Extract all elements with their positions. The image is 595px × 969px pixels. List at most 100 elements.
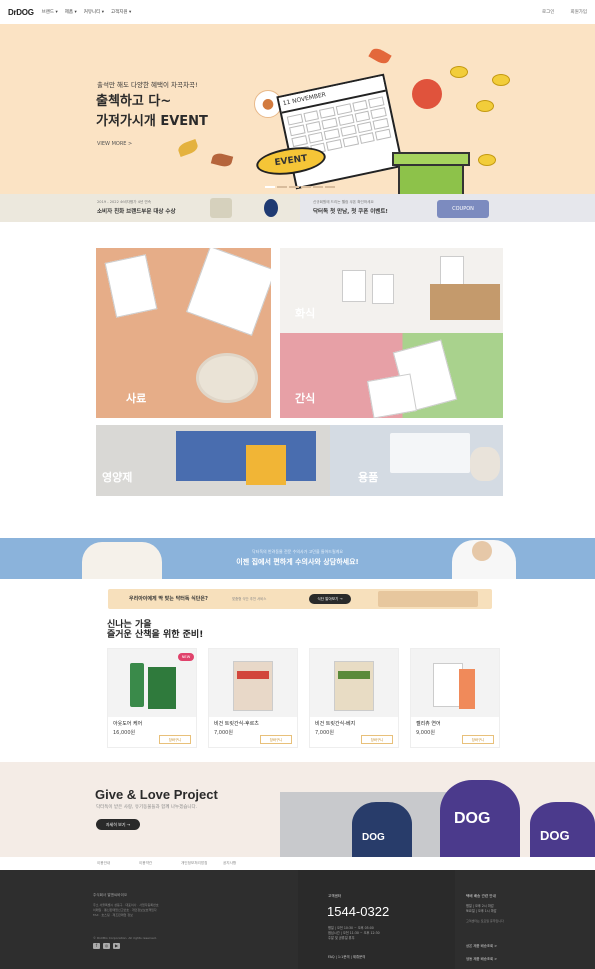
product-card[interactable]: 비건 트릿간식-베지 7,000원 장바구니 (309, 648, 399, 748)
medal-icon (264, 199, 278, 217)
footer-link-terms[interactable]: 이용약관 (139, 861, 181, 866)
diet-button[interactable]: 식단 알아보기 → (309, 594, 351, 604)
meal-pack-image (342, 270, 366, 302)
hero-banner[interactable]: 출석만 해도 다양한 혜택이 차곡차곡! 출첵하고 다~ 가져가시개 EVENT… (0, 24, 595, 194)
cs-links[interactable]: FAQ | 1:1문의 | 제휴문의 (328, 954, 365, 959)
new-badge: NEW (178, 653, 194, 661)
give-title: Give & Love Project (95, 787, 218, 802)
category-snack[interactable]: 간식 (280, 333, 503, 418)
footer-link-notice[interactable]: 공지사항 (223, 861, 265, 866)
join-link[interactable]: 회원가입 (570, 9, 587, 15)
coin-icon (450, 66, 468, 78)
delivery-title: 택배 배송 관련 안내 (466, 894, 496, 898)
supplement-box-image (246, 445, 286, 485)
hero-view-more-link[interactable]: VIEW MORE > (97, 141, 132, 147)
delivery-hours: 평일 | 오후 2시 마감 토요일 | 오후 1시 마감 (466, 904, 497, 914)
product-price: 16,000원 (113, 730, 136, 736)
give-subtitle: 닥터독이 받은 사랑, 유기동물들과 함께 나누겠습니다. (96, 805, 198, 810)
add-to-cart-button[interactable]: 장바구니 (361, 735, 393, 744)
category-label: 사료 (126, 392, 147, 405)
snack-pack-image (367, 373, 417, 418)
coupon-icon: COUPON (437, 200, 489, 218)
nav-brand[interactable]: 브랜드 ▾ (42, 9, 58, 15)
category-meal[interactable]: 화식 (280, 248, 503, 333)
diet-recommend-banner[interactable]: 우리아이에게 딱 맞는 닥터독 식단은? 맞춤형 식단 추천 서비스 식단 알아… (108, 589, 492, 609)
instagram-icon[interactable]: ◎ (103, 943, 110, 949)
product-image (310, 649, 398, 717)
meal-pack-image (440, 256, 464, 286)
category-label: 용품 (358, 471, 379, 484)
category-goods[interactable]: 용품 (330, 425, 503, 496)
product-card[interactable]: NEW 아웃도어 케어 16,000원 장바구니 (107, 648, 197, 748)
product-card[interactable]: 젤리츄 연어 9,000원 장바구니 (410, 648, 500, 748)
meal-pack-image (372, 274, 394, 304)
add-to-cart-button[interactable]: 장바구니 (260, 735, 292, 744)
product-card[interactable]: 비건 트릿간식-후르츠 7,000원 장바구니 (208, 648, 298, 748)
product-price: 7,000원 (315, 730, 334, 736)
autumn-leaf-icon (210, 151, 234, 169)
trophy-icon (210, 198, 232, 218)
volunteer-image: DOG (352, 802, 412, 857)
product-name[interactable]: 비건 트릿간식-베지 (315, 720, 355, 727)
award-title: 소비자 친화 브랜드부문 대상 수상 (97, 209, 176, 215)
vet-consult-banner[interactable]: 닥터독의 반려동물 전문 수의사가 고민을 들어드릴게요 이젠 집에서 편하게 … (0, 538, 595, 579)
footer-link-guide[interactable]: 이용안내 (97, 861, 139, 866)
youtube-icon[interactable]: ▶ (113, 943, 120, 949)
cs-hours: 평일 | 오전 10:30 ~ 오후 05:00 점심시간 | 오전 11:30… (328, 926, 380, 941)
give-love-banner[interactable]: Give & Love Project 닥터독이 받은 사랑, 유기동물들과 함… (0, 762, 595, 857)
diet-food-image (378, 591, 478, 607)
volunteer-image: DOG (530, 802, 595, 857)
dog-image (470, 447, 500, 481)
account-links: 로그인 회원가입 (542, 9, 587, 15)
coin-icon (476, 100, 494, 112)
nav-support[interactable]: 고객지원 ▾ (111, 9, 131, 15)
award-small-text: 2019 - 2022 소비자평가 4년 연속 (97, 200, 152, 204)
footer-links: 이용안내 이용약관 개인정보처리방침 공지사항 (0, 857, 595, 870)
product-name[interactable]: 비건 트릿간식-후르츠 (214, 720, 259, 727)
coupon-small-text: 신규회원에 드리는 웰컴 쿠폰 확인하세요 (313, 200, 374, 204)
award-coupon-strip: 2019 - 2022 소비자평가 4년 연속 소비자 친화 브랜드부문 대상 … (0, 194, 595, 222)
product-name[interactable]: 아웃도어 케어 (113, 720, 142, 727)
brand-logo[interactable]: DrDOG (8, 8, 34, 17)
coin-icon (492, 74, 510, 86)
product-name[interactable]: 젤리츄 연어 (416, 720, 441, 727)
section-title-line2: 즐거운 산책을 위한 준비! (107, 630, 204, 640)
award-banner[interactable]: 2019 - 2022 소비자평가 4년 연속 소비자 친화 브랜드부문 대상 … (0, 194, 300, 222)
product-price: 7,000원 (214, 730, 233, 736)
nav-community[interactable]: 커뮤니티 ▾ (84, 9, 104, 15)
page: DrDOG 브랜드 ▾ 제품 ▾ 커뮤니티 ▾ 고객지원 ▾ 로그인 회원가입 … (0, 0, 595, 969)
hero-title-line1: 출첵하고 다~ (96, 94, 172, 109)
cs-title: 고객센터 (328, 894, 342, 898)
category-label: 화식 (295, 307, 316, 320)
kibble-bowl-image (196, 353, 258, 403)
footer-cs-panel (298, 870, 455, 969)
coupon-banner[interactable]: 신규회원에 드리는 웰컴 쿠폰 확인하세요 닥터독 첫 만남, 첫 쿠폰 이벤트… (300, 194, 595, 222)
cs-phone[interactable]: 1544-0322 (327, 904, 389, 919)
product-price: 9,000원 (416, 730, 435, 736)
nav-products[interactable]: 제품 ▾ (65, 9, 77, 15)
diet-subtitle: 맞춤형 식단 추천 서비스 (232, 597, 267, 601)
company-info-line: FAX · 호스팅 · 제조판매업 정보 (93, 913, 133, 917)
product-image (209, 649, 297, 717)
footer-link-privacy[interactable]: 개인정보처리방침 (181, 861, 223, 866)
facebook-icon[interactable]: f (93, 943, 100, 949)
frozen-tracking-link[interactable]: 냉동 제품 배송조회 > (466, 956, 497, 961)
give-more-button[interactable]: 자세히 보기 → (96, 819, 140, 830)
maple-leaf-icon (368, 45, 392, 67)
copyright: © RnCBio Corporation. All rights reserve… (93, 936, 157, 940)
add-to-cart-button[interactable]: 장바구니 (159, 735, 191, 744)
sns-links: f ◎ ▶ (93, 943, 120, 949)
gift-box-icon (398, 164, 464, 194)
company-info: 주소 서울특별시 성동구 · 대표이사 · 사업자등록번호 이메일 · 통신판매… (93, 903, 258, 918)
wooden-crate-image (430, 284, 500, 320)
category-supplement[interactable]: 영양제 (96, 425, 330, 496)
ginkgo-leaf-icon (176, 138, 200, 158)
coupon-title: 닥터독 첫 만남, 첫 쿠폰 이벤트! (313, 209, 388, 215)
add-to-cart-button[interactable]: 장바구니 (462, 735, 494, 744)
login-link[interactable]: 로그인 (542, 9, 554, 15)
ambient-tracking-link[interactable]: 상온 제품 배송조회 > (466, 943, 497, 948)
category-label: 영양제 (102, 471, 133, 484)
carousel-indicators[interactable] (265, 186, 335, 188)
category-food[interactable]: 사료 (96, 248, 271, 418)
food-bag-image (186, 248, 271, 336)
